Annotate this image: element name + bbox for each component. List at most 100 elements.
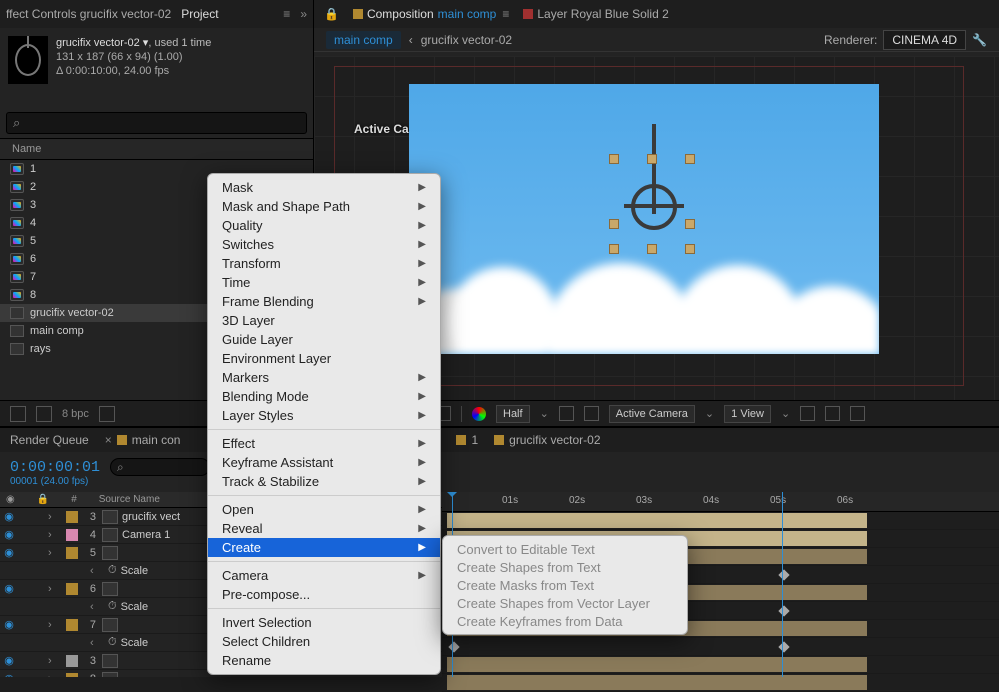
menu-item-3d-layer[interactable]: 3D Layer (208, 311, 440, 330)
submenu-item-create-masks-from-text[interactable]: Create Masks from Text (443, 576, 687, 594)
visibility-toggle[interactable]: ◉ (0, 654, 18, 667)
menu-item-select-children[interactable]: Select Children (208, 632, 440, 651)
menu-item-create[interactable]: Create▶ (208, 538, 440, 557)
submenu-item-create-shapes-from-text[interactable]: Create Shapes from Text (443, 558, 687, 576)
layer-duration-bar[interactable] (447, 513, 867, 528)
menu-item-time[interactable]: Time▶ (208, 273, 440, 292)
menu-item-markers[interactable]: Markers▶ (208, 368, 440, 387)
frame-counter[interactable]: 00001 (24.00 fps) (10, 476, 88, 487)
menu-item-invert-selection[interactable]: Invert Selection (208, 613, 440, 632)
menu-item-layer-styles[interactable]: Layer Styles▶ (208, 406, 440, 425)
menu-item-quality[interactable]: Quality▶ (208, 216, 440, 235)
tab-menu-icon[interactable]: ≡ (502, 7, 509, 21)
layer-context-menu[interactable]: Mask▶Mask and Shape Path▶Quality▶Switche… (207, 173, 441, 675)
transparency-grid-icon[interactable] (584, 406, 599, 421)
current-timecode[interactable]: 0:00:00:01 (10, 459, 100, 476)
menu-item-mask-and-shape-path[interactable]: Mask and Shape Path▶ (208, 197, 440, 216)
wrench-icon[interactable]: 🔧 (972, 33, 987, 47)
keyframe-icon[interactable] (448, 641, 459, 652)
fast-preview-icon[interactable] (825, 406, 840, 421)
selection-handle[interactable] (647, 244, 657, 254)
layer-duration-bar[interactable] (447, 657, 867, 672)
twirl-icon[interactable]: › (48, 529, 62, 541)
stopwatch-icon[interactable]: ⏱ (108, 600, 117, 613)
menu-item-environment-layer[interactable]: Environment Layer (208, 349, 440, 368)
asset-name[interactable]: grucifix vector-02 ▾ (56, 37, 148, 49)
col-source-name[interactable]: Source Name (99, 494, 160, 505)
menu-item-blending-mode[interactable]: Blending Mode▶ (208, 387, 440, 406)
eye-column-icon[interactable]: ◉ (6, 494, 15, 505)
twirl-icon[interactable]: › (48, 511, 62, 523)
tab-project[interactable]: Project (181, 7, 218, 21)
twirl-icon[interactable]: › (48, 655, 62, 667)
channel-icon[interactable] (472, 407, 486, 421)
layer-color-swatch[interactable] (66, 529, 78, 541)
timeline-icon[interactable] (850, 406, 865, 421)
work-area-end[interactable] (782, 492, 783, 677)
tab-render-queue[interactable]: Render Queue (10, 433, 89, 447)
panel-menu-icon[interactable]: ≡ (283, 7, 290, 21)
layer-color-swatch[interactable] (66, 619, 78, 631)
prev-keyframe-icon[interactable]: ‹ (90, 565, 108, 577)
layer-duration-bar[interactable] (447, 675, 867, 690)
menu-item-switches[interactable]: Switches▶ (208, 235, 440, 254)
layer-color-swatch[interactable] (66, 673, 78, 678)
stopwatch-icon[interactable]: ⏱ (108, 636, 117, 649)
visibility-toggle[interactable]: ◉ (0, 582, 18, 595)
timeline-track[interactable] (442, 512, 999, 530)
create-submenu[interactable]: Convert to Editable TextCreate Shapes fr… (442, 535, 688, 635)
views-dropdown[interactable]: 1 View (724, 405, 771, 423)
submenu-item-create-shapes-from-vector-layer[interactable]: Create Shapes from Vector Layer (443, 594, 687, 612)
roi-icon[interactable] (559, 406, 574, 421)
resolution-dropdown[interactable]: Half (496, 405, 530, 423)
layer-color-swatch[interactable] (66, 583, 78, 595)
crumb-sub[interactable]: grucifix vector-02 (421, 33, 512, 47)
submenu-item-create-keyframes-from-data[interactable]: Create Keyframes from Data (443, 612, 687, 630)
selection-handle[interactable] (609, 154, 619, 164)
tab-composition[interactable]: Composition main comp ≡ (353, 7, 509, 21)
tab-timeline-grucifix[interactable]: grucifix vector-02 (494, 433, 600, 447)
menu-item-track-stabilize[interactable]: Track & Stabilize▶ (208, 472, 440, 491)
timeline-track[interactable] (442, 638, 999, 656)
layer-color-swatch[interactable] (66, 511, 78, 523)
visibility-toggle[interactable]: ◉ (0, 618, 18, 631)
menu-item-rename[interactable]: Rename (208, 651, 440, 670)
visibility-toggle[interactable]: ◉ (0, 510, 18, 523)
crumb-main[interactable]: main comp (326, 31, 401, 49)
twirl-icon[interactable]: › (48, 583, 62, 595)
twirl-icon[interactable]: › (48, 619, 62, 631)
menu-item-mask[interactable]: Mask▶ (208, 178, 440, 197)
menu-item-camera[interactable]: Camera▶ (208, 566, 440, 585)
lock-icon[interactable]: 🔒 (324, 7, 339, 21)
tab-timeline-close[interactable]: ×main con (105, 433, 181, 447)
keyframe-icon[interactable] (778, 641, 789, 652)
visibility-toggle[interactable]: ◉ (0, 528, 18, 541)
prev-keyframe-icon[interactable]: ‹ (90, 637, 108, 649)
selection-handle[interactable] (609, 219, 619, 229)
selection-handle[interactable] (609, 244, 619, 254)
prev-keyframe-icon[interactable]: ‹ (90, 601, 108, 613)
tab-layer[interactable]: Layer Royal Blue Solid 2 (523, 7, 668, 21)
menu-item-open[interactable]: Open▶ (208, 500, 440, 519)
menu-item-reveal[interactable]: Reveal▶ (208, 519, 440, 538)
twirl-icon[interactable]: › (48, 547, 62, 559)
selection-handle[interactable] (685, 154, 695, 164)
trash-icon[interactable] (99, 406, 115, 422)
timeline-track[interactable] (442, 656, 999, 674)
twirl-icon[interactable]: › (48, 673, 62, 678)
layer-color-swatch[interactable] (66, 655, 78, 667)
renderer-dropdown[interactable]: CINEMA 4D (883, 30, 966, 50)
project-search-input[interactable]: ⌕ (6, 112, 307, 134)
time-ruler[interactable]: 01s02s03s04s05s06s (442, 492, 999, 512)
menu-item-effect[interactable]: Effect▶ (208, 434, 440, 453)
menu-item-keyframe-assistant[interactable]: Keyframe Assistant▶ (208, 453, 440, 472)
menu-item-frame-blending[interactable]: Frame Blending▶ (208, 292, 440, 311)
submenu-item-convert-to-editable-text[interactable]: Convert to Editable Text (443, 540, 687, 558)
visibility-toggle[interactable]: ◉ (0, 672, 18, 677)
selection-handle[interactable] (685, 244, 695, 254)
menu-item-guide-layer[interactable]: Guide Layer (208, 330, 440, 349)
layer-color-swatch[interactable] (66, 547, 78, 559)
tab-timeline-1[interactable]: 1 (456, 433, 478, 447)
keyframe-icon[interactable] (778, 605, 789, 616)
stopwatch-icon[interactable]: ⏱ (108, 564, 117, 577)
